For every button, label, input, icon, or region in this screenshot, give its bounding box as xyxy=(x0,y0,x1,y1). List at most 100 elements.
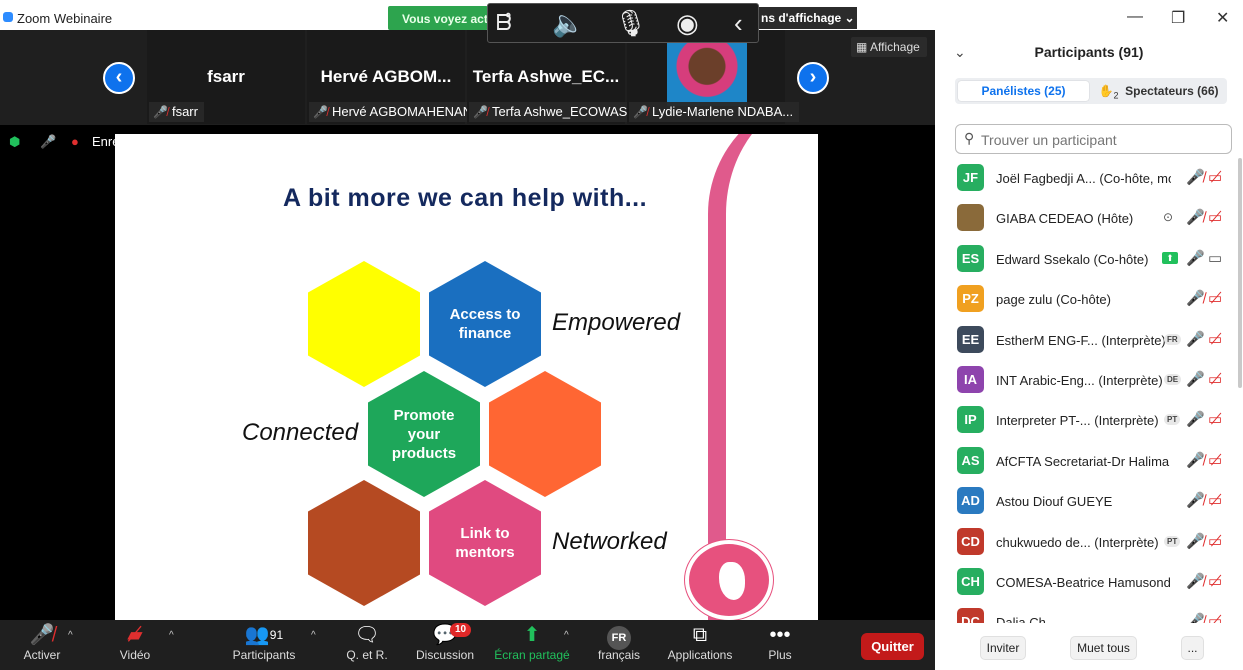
video-button[interactable]: ▰̸ Vidéo xyxy=(95,620,175,670)
participant-row[interactable]: CH COMESA-Beatrice Hamusonde 🎤̸ ▭̸ xyxy=(935,562,1235,602)
video-off-icon: ▰̸ xyxy=(127,624,143,646)
invite-button[interactable]: Inviter xyxy=(980,636,1026,660)
next-page-button[interactable]: › xyxy=(797,62,829,94)
participant-name: Edward Ssekalo (Co-hôte) xyxy=(996,251,1149,267)
tab-attendees[interactable]: ✋2 Spectateurs (66) xyxy=(1093,81,1224,101)
participant-row[interactable]: EE EstherM ENG-F... (Interprète) FR 🎤 ▭̸ xyxy=(935,320,1235,360)
leave-button[interactable]: Quitter xyxy=(861,633,924,660)
mic-muted-icon[interactable]: 🎤̸ xyxy=(1186,208,1205,226)
word-empowered: Empowered xyxy=(552,309,681,336)
mic-muted-icon[interactable]: 🎤̸ xyxy=(1186,612,1205,623)
tile-label: 🎤̸ Hervé AGBOMAHENAN xyxy=(309,102,479,122)
microphone-icon[interactable]: 🎙 xyxy=(614,8,647,38)
mic-muted-icon[interactable]: 🎤̸ xyxy=(1186,289,1205,307)
shield-icon: ⬢ xyxy=(9,134,21,149)
share-screen-button[interactable]: ⬆ Écran partagé xyxy=(492,620,572,670)
tab-panelists[interactable]: Panélistes (25) xyxy=(958,81,1089,101)
video-tile[interactable]: 🎤̸ Lydie-Marlene NDABA... xyxy=(627,30,800,124)
avatar: CH xyxy=(957,567,984,595)
chevron-up-icon[interactable]: ^ xyxy=(169,630,174,641)
microphone-icon[interactable]: 🎤 xyxy=(1186,410,1205,428)
video-off-icon[interactable]: ▭̸ xyxy=(1208,572,1222,590)
more-options-button[interactable]: ... xyxy=(1181,636,1204,660)
participant-name: Interpreter PT-... (Interprète) xyxy=(996,413,1159,429)
participant-row[interactable]: PZ page zulu (Co-hôte) 🎤̸ ▭̸ xyxy=(935,279,1235,319)
participants-button[interactable]: 👥91 Participants xyxy=(224,620,304,670)
mic-muted-icon[interactable]: 🎤̸ xyxy=(1186,572,1205,590)
participant-name: Joël Fagbedji A... (Co-hôte, moi) xyxy=(996,171,1171,186)
apps-button[interactable]: ⧉ Applications xyxy=(660,620,740,670)
view-options-button[interactable]: ns d'affichage ⌄ xyxy=(753,7,857,29)
microphone-icon: 🎤 xyxy=(40,134,57,149)
video-off-icon[interactable]: ▭̸ xyxy=(1208,330,1222,348)
participant-row[interactable]: CD chukwuedo de... (Interprète) PT 🎤̸ ▭̸ xyxy=(935,522,1235,562)
screen-share-icon: ⬆ xyxy=(1162,251,1178,264)
video-off-icon[interactable]: ▭̸ xyxy=(1208,370,1222,388)
avatar: AS xyxy=(957,446,984,474)
video-off-icon[interactable]: ▭̸ xyxy=(1208,208,1222,226)
prev-page-button[interactable]: ‹ xyxy=(103,62,135,94)
participant-row[interactable]: DC Dalia Ch... 🎤̸ ▭̸ xyxy=(935,602,1235,623)
language-button[interactable]: FR français xyxy=(579,620,659,670)
close-icon[interactable]: ✕ xyxy=(1216,8,1229,28)
video-off-icon[interactable]: ▭̸ xyxy=(1208,532,1222,550)
participant-name: Dalia Ch... xyxy=(996,615,1057,623)
video-off-icon[interactable]: ▭̸ xyxy=(1208,612,1222,623)
video-icon[interactable]: ▭ xyxy=(1208,249,1222,267)
video-off-icon[interactable]: ▭̸ xyxy=(1208,451,1222,469)
participant-row[interactable]: ES Edward Ssekalo (Co-hôte) ⬆ 🎤 ▭ xyxy=(935,239,1235,279)
more-button[interactable]: ••• Plus xyxy=(740,620,820,670)
mic-muted-icon[interactable]: 🎤̸ xyxy=(1186,532,1205,550)
hexagon-link-to-mentors: Link to mentors xyxy=(429,480,541,606)
chevron-up-icon[interactable]: ^ xyxy=(68,630,73,641)
video-tile[interactable]: fsarr 🎤̸ fsarr xyxy=(147,30,305,124)
volume-icon[interactable]: 🔈 xyxy=(552,8,584,38)
audio-description-icon[interactable]: ᗷ̊ xyxy=(496,8,512,38)
media-control-overlay: ᗷ̊ 🔈 🎙 ◉ ‹ xyxy=(487,3,759,43)
meeting-area: Zoom Webinaire fsarr 🎤̸ fsarr Hervé AGBOM… xyxy=(0,0,935,670)
list-scrollbar[interactable] xyxy=(1238,158,1242,388)
mic-muted-icon[interactable]: 🎤̸ xyxy=(1186,491,1205,509)
chat-icon: 💬 xyxy=(432,624,458,646)
broadcast-icon[interactable]: ◉ xyxy=(676,8,699,38)
minimize-icon[interactable]: — xyxy=(1127,8,1143,26)
participant-row[interactable]: GIABA CEDEAO (Hôte) ⊙ 🎤̸ ▭̸ xyxy=(935,198,1235,238)
restore-icon[interactable]: ❐ xyxy=(1171,8,1185,28)
chevron-up-icon[interactable]: ^ xyxy=(564,630,569,641)
participant-name: GIABA CEDEAO (Hôte) xyxy=(996,211,1134,227)
microphone-icon[interactable]: 🎤 xyxy=(1186,370,1205,388)
participant-row[interactable]: IP Interpreter PT-... (Interprète) PT 🎤 ▭̸ xyxy=(935,400,1235,440)
language-badge: DE xyxy=(1164,373,1182,385)
video-tile[interactable]: Hervé AGBOM... 🎤̸ Hervé AGBOMAHENAN xyxy=(307,30,479,124)
participant-name: AfCFTA Secretariat-Dr Halima ... xyxy=(996,453,1171,469)
video-tile[interactable]: Terfa Ashwe_EC... 🎤̸ Terfa Ashwe_ECOWAS xyxy=(467,30,634,124)
ellipsis-icon: ••• xyxy=(769,624,791,646)
tile-name: fsarr xyxy=(207,67,245,86)
qa-button[interactable]: 🗨 Q. et R. xyxy=(327,620,407,670)
view-button[interactable]: ▦ Affichage xyxy=(851,37,927,57)
participant-row[interactable]: AD Astou Diouf GUEYE 🎤̸ ▭̸ xyxy=(935,481,1235,521)
chat-button[interactable]: 💬 Discussion xyxy=(405,620,485,670)
mute-all-button[interactable]: Muet tous xyxy=(1070,636,1137,660)
microphone-icon[interactable]: 🎤 xyxy=(1186,330,1205,348)
participant-row[interactable]: IA INT Arabic-Eng... (Interprète) DE 🎤 ▭̸ xyxy=(935,360,1235,400)
participant-name: chukwuedo de... (Interprète) xyxy=(996,534,1159,550)
avatar: CD xyxy=(957,527,984,555)
slide-title: A bit more we can help with... xyxy=(282,184,648,212)
chevron-left-icon[interactable]: ‹ xyxy=(734,8,743,38)
video-off-icon[interactable]: ▭̸ xyxy=(1208,289,1222,307)
mic-muted-icon[interactable]: 🎤̸ xyxy=(1186,451,1205,469)
avatar: IP xyxy=(957,406,984,434)
video-off-icon[interactable]: ▭̸ xyxy=(1208,491,1222,509)
unmute-button[interactable]: 🎤̸ Activer xyxy=(2,620,82,670)
chevron-up-icon[interactable]: ^ xyxy=(311,630,316,641)
avatar: JF xyxy=(957,164,984,191)
hexagon-promote-products: Promote your products xyxy=(368,371,480,497)
search-input[interactable] xyxy=(981,130,1221,150)
video-off-icon[interactable]: ▭̸ xyxy=(1208,410,1222,428)
microphone-icon[interactable]: 🎤 xyxy=(1186,249,1205,267)
participant-row[interactable]: JF Joël Fagbedji A... (Co-hôte, moi) 🎤̸ ▭̸ xyxy=(935,158,1235,198)
participant-row[interactable]: AS AfCFTA Secretariat-Dr Halima ... 🎤̸ ▭̸ xyxy=(935,441,1235,481)
video-off-icon[interactable]: ▭̸ xyxy=(1208,168,1222,186)
mic-muted-icon[interactable]: 🎤̸ xyxy=(1186,168,1205,186)
